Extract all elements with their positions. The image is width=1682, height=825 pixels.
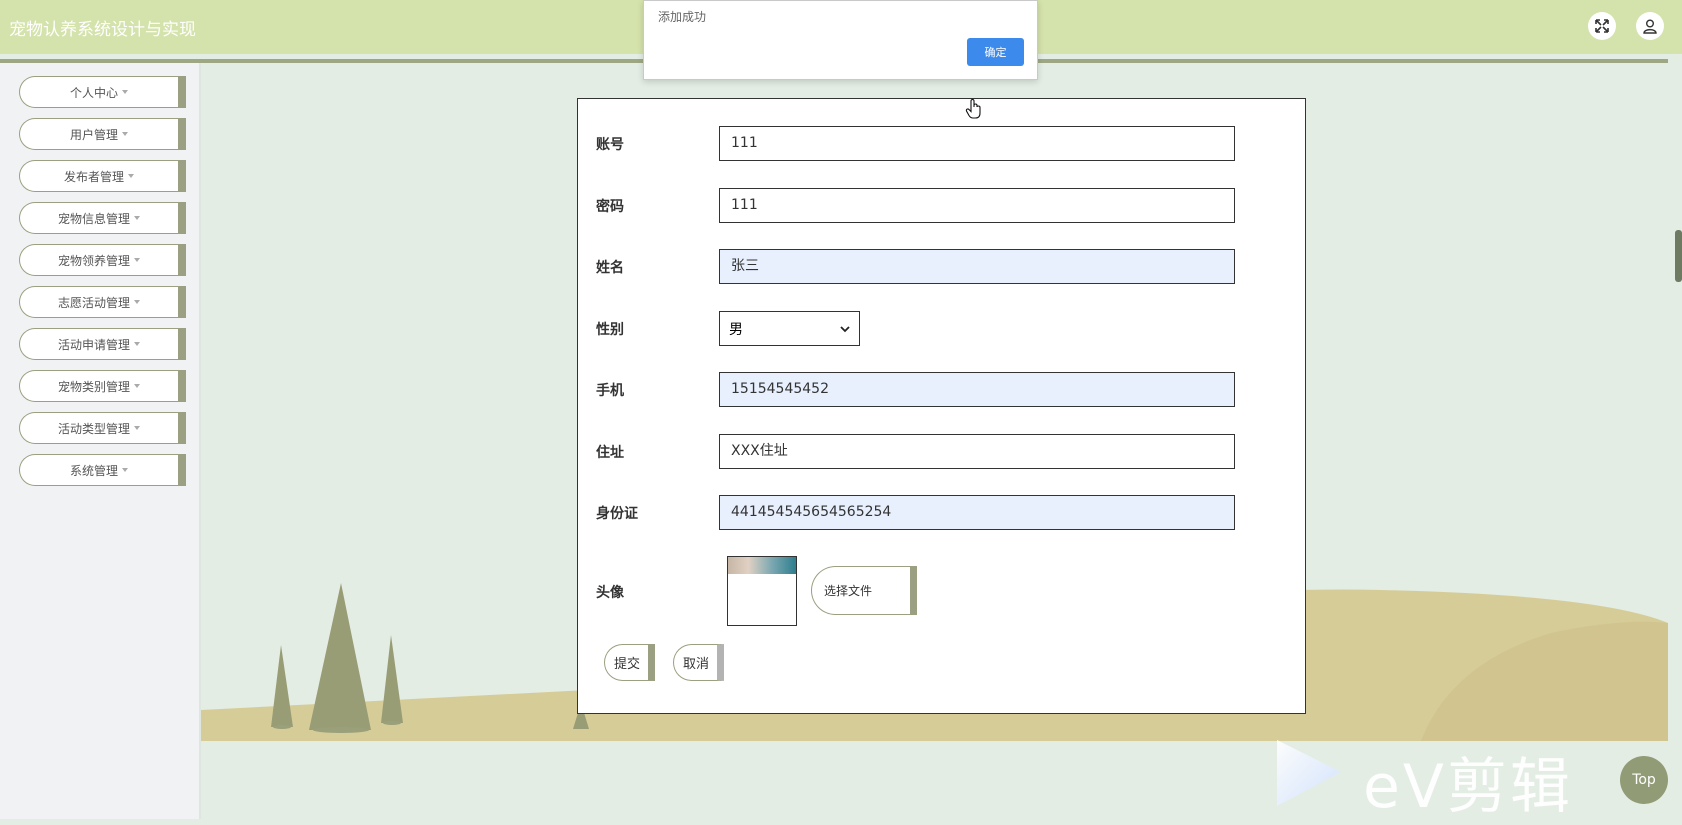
- caret-down-icon: [134, 258, 140, 262]
- sidebar-item-label: 宠物领养管理: [57, 253, 130, 268]
- gender-select-value: 男: [729, 321, 743, 338]
- dialog-message: 添加成功: [658, 10, 707, 24]
- user-profile-button[interactable]: [1636, 12, 1664, 40]
- expand-arrows-icon: [1595, 19, 1609, 33]
- hand-cursor-icon: [965, 98, 981, 119]
- fullscreen-button[interactable]: [1588, 12, 1616, 40]
- choose-file-button[interactable]: 选择文件: [811, 566, 917, 615]
- sidebar-item-pet-category-management[interactable]: 宠物类别管理: [19, 370, 186, 402]
- sidebar-item-label: 宠物信息管理: [57, 211, 130, 226]
- name-input[interactable]: 张三: [719, 249, 1235, 284]
- cancel-button[interactable]: 取消: [673, 644, 724, 681]
- address-label: 住址: [596, 445, 624, 461]
- password-input[interactable]: 111: [719, 188, 1235, 223]
- account-label: 账号: [596, 137, 624, 153]
- caret-down-icon: [122, 90, 128, 94]
- address-input[interactable]: XXX住址: [719, 434, 1235, 469]
- sidebar-item-label: 活动类型管理: [57, 421, 130, 436]
- sidebar-item-pet-adoption-management[interactable]: 宠物领养管理: [19, 244, 186, 276]
- avatar-image: [728, 557, 796, 574]
- sidebar-item-label: 用户管理: [69, 127, 118, 142]
- caret-down-icon: [134, 426, 140, 430]
- dialog-ok-button[interactable]: 确定: [967, 38, 1024, 66]
- phone-label: 手机: [596, 383, 624, 399]
- sidebar-item-user-management[interactable]: 用户管理: [19, 118, 186, 150]
- name-label: 姓名: [596, 260, 624, 276]
- sidebar-item-personal-center[interactable]: 个人中心: [19, 76, 186, 108]
- play-logo-icon: [1277, 740, 1341, 806]
- user-icon: [1643, 19, 1657, 34]
- chevron-down-icon: [840, 325, 850, 332]
- caret-down-icon: [128, 174, 134, 178]
- sidebar: 个人中心 用户管理 发布者管理 宠物信息管理 宠物领养管理 志愿活动管理 活动申…: [0, 63, 201, 819]
- sidebar-item-activity-type-management[interactable]: 活动类型管理: [19, 412, 186, 444]
- sidebar-item-label: 活动申请管理: [57, 337, 130, 352]
- watermark-text: eV剪辑: [1363, 752, 1573, 822]
- id-card-label: 身份证: [596, 506, 638, 522]
- sidebar-item-system-management[interactable]: 系统管理: [19, 454, 186, 486]
- sidebar-item-label: 发布者管理: [63, 169, 124, 184]
- sidebar-item-activity-application-management[interactable]: 活动申请管理: [19, 328, 186, 360]
- sidebar-item-volunteer-activity-management[interactable]: 志愿活动管理: [19, 286, 186, 318]
- gender-label: 性别: [596, 322, 624, 338]
- caret-down-icon: [134, 300, 140, 304]
- sidebar-item-publisher-management[interactable]: 发布者管理: [19, 160, 186, 192]
- scrollbar-thumb[interactable]: [1675, 230, 1682, 282]
- user-form: 账号 111 密码 111 姓名 张三 性别 男 手机 15154545452 …: [577, 98, 1306, 714]
- submit-button[interactable]: 提交: [604, 644, 655, 681]
- caret-down-icon: [134, 216, 140, 220]
- account-input[interactable]: 111: [719, 126, 1235, 161]
- success-dialog: 添加成功 确定: [643, 0, 1038, 80]
- sidebar-item-label: 个人中心: [69, 85, 118, 100]
- caret-down-icon: [134, 342, 140, 346]
- gender-select[interactable]: 男: [719, 311, 860, 346]
- back-to-top-button[interactable]: Top: [1620, 756, 1668, 804]
- avatar-preview: [727, 556, 797, 626]
- sidebar-item-label: 系统管理: [69, 463, 118, 478]
- app-title: 宠物认养系统设计与实现: [9, 20, 196, 40]
- caret-down-icon: [134, 384, 140, 388]
- sidebar-item-label: 宠物类别管理: [57, 379, 130, 394]
- sidebar-item-label: 志愿活动管理: [57, 295, 130, 310]
- id-card-input[interactable]: 441454545654565254: [719, 495, 1235, 530]
- caret-down-icon: [122, 132, 128, 136]
- avatar-label: 头像: [596, 585, 624, 601]
- caret-down-icon: [122, 468, 128, 472]
- password-label: 密码: [596, 199, 624, 215]
- sidebar-item-pet-info-management[interactable]: 宠物信息管理: [19, 202, 186, 234]
- phone-input[interactable]: 15154545452: [719, 372, 1235, 407]
